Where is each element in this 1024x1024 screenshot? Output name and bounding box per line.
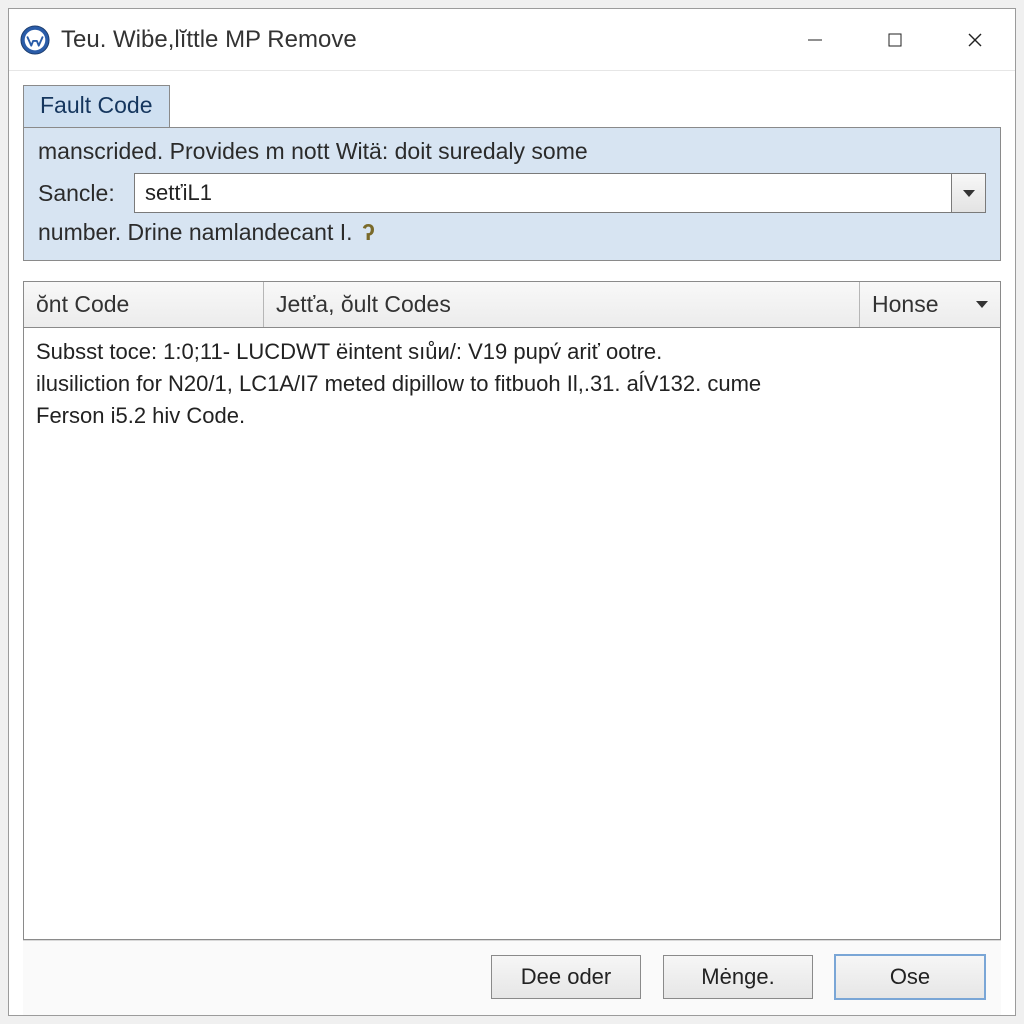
sancle-combobox[interactable]: [134, 173, 986, 213]
maximize-button[interactable]: [855, 9, 935, 70]
titlebar: Teu. Wiḃe,lĭttle MP Remove: [9, 9, 1015, 71]
header-description: manscrided. Provides m nott Witä: doit s…: [38, 138, 986, 165]
header-panel: manscrided. Provides m nott Witä: doit s…: [23, 127, 1001, 261]
help-icon[interactable]: ʔ: [359, 221, 379, 245]
chevron-down-icon: [963, 190, 975, 197]
table-header: ŏnt Code Jetťa, ŏult Codes Honse: [24, 282, 1000, 328]
column-header-code[interactable]: ŏnt Code: [24, 282, 264, 327]
window-title: Teu. Wiḃe,lĭttle MP Remove: [61, 26, 775, 54]
table-body: Subsst toce: 1:0;11- LUCDWT ëintent sıůи…: [24, 328, 1000, 939]
content-area: Fault Code manscrided. Provides m nott W…: [9, 71, 1015, 1015]
sancle-dropdown-button[interactable]: [951, 174, 985, 212]
dee-oder-button[interactable]: Dee oder: [491, 955, 641, 999]
sancle-input[interactable]: [135, 174, 951, 212]
column-header-honse[interactable]: Honse: [860, 282, 1000, 327]
minimize-button[interactable]: [775, 9, 855, 70]
tab-row: Fault Code: [23, 83, 1001, 127]
app-icon: [19, 24, 51, 56]
menge-button[interactable]: Mėnge.: [663, 955, 813, 999]
header-subline: number. Drine namlandecant I. ʔ: [38, 219, 986, 246]
column-header-honse-label: Honse: [872, 291, 938, 318]
close-button[interactable]: [935, 9, 1015, 70]
sancle-field: Sancle:: [38, 173, 986, 213]
ose-button[interactable]: Ose: [835, 955, 985, 999]
chevron-down-icon: [976, 301, 988, 308]
sancle-label: Sancle:: [38, 180, 134, 207]
tab-fault-code[interactable]: Fault Code: [23, 85, 170, 127]
window-buttons: [775, 9, 1015, 70]
app-window: Teu. Wiḃe,lĭttle MP Remove Fault Code ma…: [8, 8, 1016, 1016]
footer: Dee oder Mėnge. Ose: [23, 940, 1001, 1015]
subline-text: number. Drine namlandecant I.: [38, 219, 353, 246]
column-header-jetta[interactable]: Jetťa, ŏult Codes: [264, 282, 860, 327]
details-table: ŏnt Code Jetťa, ŏult Codes Honse Subsst …: [23, 281, 1001, 940]
